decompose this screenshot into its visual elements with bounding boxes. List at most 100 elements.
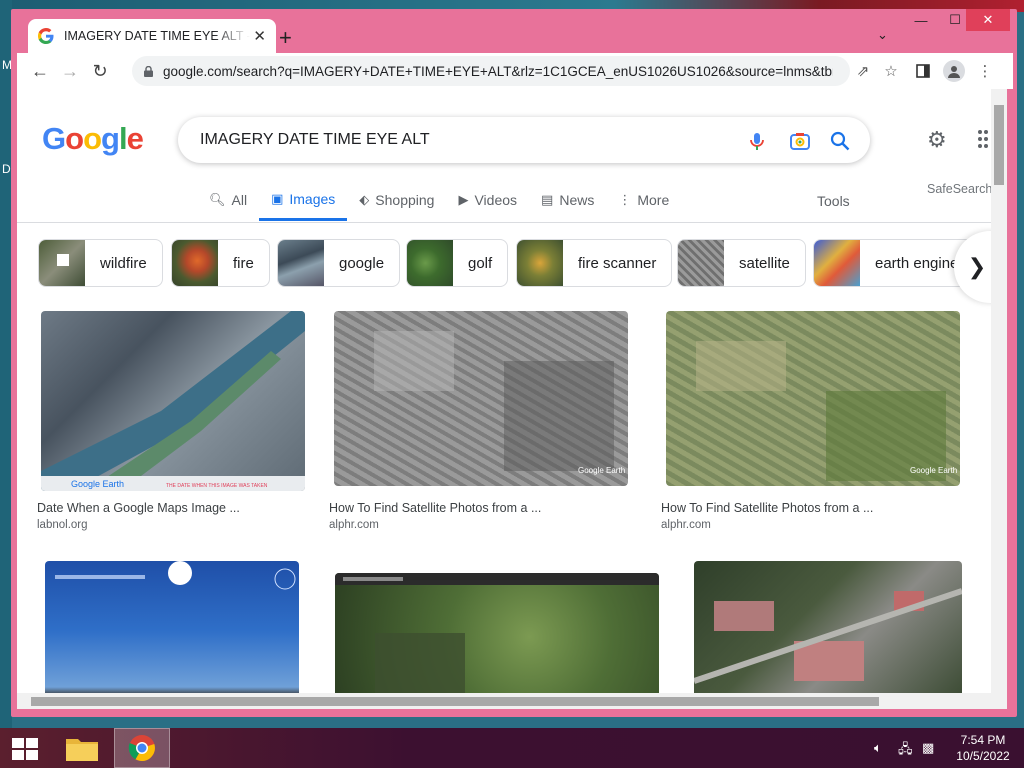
result-thumbnail[interactable] (694, 561, 962, 693)
image-result[interactable]: Google Earth How To Find Satellite Photo… (329, 311, 647, 531)
url-text[interactable]: google.com/search?q=IMAGERY+DATE+TIME+EY… (163, 64, 833, 79)
more-vert-icon: ⋮ (618, 192, 632, 207)
chip-fire-scanner[interactable]: fire scanner (516, 239, 673, 287)
vertical-scrollbar[interactable] (991, 89, 1007, 693)
system-clock[interactable]: 7:54 PM 10/5/2022 (950, 732, 1016, 764)
gear-icon[interactable]: ⚙ (927, 127, 947, 153)
tools-button[interactable]: Tools (817, 193, 850, 209)
result-thumbnail[interactable]: Google Earth (334, 311, 628, 486)
tab-shopping[interactable]: ⬖ Shopping (347, 189, 446, 221)
chrome-taskbar-icon[interactable] (114, 728, 170, 768)
chip-label: fire (233, 254, 254, 272)
result-caption: THE DATE WHEN THIS IMAGE WAS TAKEN (166, 483, 268, 489)
back-arrow-icon[interactable]: ← (25, 56, 55, 86)
result-source[interactable]: labnol.org (37, 519, 88, 531)
image-result[interactable] (694, 561, 964, 693)
satellite-green-image (335, 573, 659, 693)
google-favicon-icon (38, 28, 54, 44)
result-watermark: Google Earth (578, 466, 625, 475)
clock-time: 7:54 PM (960, 733, 1006, 747)
scrollbar-thumb[interactable] (994, 105, 1004, 185)
result-title[interactable]: How To Find Satellite Photos from a ... (329, 501, 541, 515)
chip-thumbnail (172, 240, 218, 286)
new-tab-button[interactable]: + (279, 25, 292, 51)
tab-images[interactable]: ▣ Images (259, 189, 348, 221)
result-thumbnail[interactable] (335, 573, 659, 693)
volume-muted-icon[interactable]: 🔈︎ (874, 740, 882, 756)
tab-news[interactable]: ▤ News (529, 189, 606, 221)
notification-warning-icon[interactable]: ▩ (922, 740, 934, 756)
profile-avatar-icon[interactable] (943, 60, 965, 82)
chip-earth-engine[interactable]: earth engine (813, 239, 973, 287)
file-explorer-icon[interactable] (54, 728, 110, 768)
tab-label: Images (289, 190, 336, 207)
desktop-icon-label: D (2, 162, 11, 176)
image-result[interactable]: Google Earth How To Find Satellite Photo… (661, 311, 979, 531)
image-result[interactable] (335, 561, 675, 693)
chip-label: fire scanner (578, 254, 657, 272)
bookmark-star-icon[interactable]: ☆ (881, 61, 901, 81)
satellite-color-image: Google Earth (696, 341, 957, 481)
close-tab-icon[interactable]: ✕ (253, 27, 266, 45)
tab-videos[interactable]: ▶ Videos (446, 189, 529, 221)
browser-tab[interactable]: IMAGERY DATE TIME EYE ALT - Google Searc… (28, 19, 276, 53)
reload-icon[interactable]: ↻ (85, 56, 115, 86)
share-icon[interactable]: ⇗ (853, 61, 873, 81)
browser-toolbar: ← → ↻ google.com/search?q=IMAGERY+DATE+T… (17, 53, 1013, 89)
search-input[interactable]: IMAGERY DATE TIME EYE ALT (200, 131, 430, 149)
apps-grid-icon[interactable] (977, 129, 991, 149)
chip-thumbnail (517, 240, 563, 286)
chip-golf[interactable]: golf (406, 239, 509, 287)
browser-window: IMAGERY DATE TIME EYE ALT - Google Searc… (11, 9, 1017, 717)
minimize-button[interactable]: — (904, 9, 938, 31)
clock-date: 10/5/2022 (956, 749, 1010, 763)
search-box[interactable]: IMAGERY DATE TIME EYE ALT (178, 117, 870, 163)
chip-thumbnail (814, 240, 860, 286)
result-watermark: Google Earth (71, 479, 124, 489)
tab-strip: IMAGERY DATE TIME EYE ALT - Google Searc… (11, 9, 1017, 53)
satellite-campus-image (694, 588, 962, 684)
scrollbar-thumb[interactable] (31, 697, 879, 706)
image-icon: ▣ (271, 190, 284, 206)
close-window-button[interactable]: ✕ (966, 9, 1010, 31)
google-logo[interactable]: Google (42, 121, 144, 157)
google-images-page: Google IMAGERY DATE TIME EYE ALT ⚙ 🔍︎ Al… (17, 89, 991, 693)
browser-menu-icon[interactable]: ⋮ (975, 61, 995, 81)
chip-thumbnail (678, 240, 724, 286)
tab-title: IMAGERY DATE TIME EYE ALT - Google Searc… (64, 29, 250, 43)
windows-start-icon[interactable] (12, 738, 38, 760)
tab-search-chevron-icon[interactable]: ⌄ (877, 27, 888, 43)
tab-label: All (231, 192, 248, 208)
tab-label: Videos (474, 192, 518, 208)
chip-fire[interactable]: fire (171, 239, 270, 287)
image-result[interactable] (45, 561, 301, 693)
chip-satellite[interactable]: satellite (677, 239, 806, 287)
forward-arrow-icon[interactable]: → (55, 56, 85, 86)
search-icon[interactable] (829, 130, 851, 152)
result-thumbnail[interactable]: Google Earth (666, 311, 960, 486)
microphone-icon[interactable] (746, 130, 768, 152)
address-bar[interactable]: google.com/search?q=IMAGERY+DATE+TIME+EY… (132, 56, 850, 86)
horizontal-scrollbar[interactable] (17, 693, 1007, 709)
newspaper-icon: ▤ (541, 192, 554, 207)
side-panel-icon[interactable] (913, 61, 933, 81)
result-source[interactable]: alphr.com (661, 519, 711, 531)
image-result[interactable]: Google Earth THE DATE WHEN THIS IMAGE WA… (37, 311, 307, 531)
result-title[interactable]: How To Find Satellite Photos from a ... (661, 501, 873, 515)
chip-google[interactable]: google (277, 239, 401, 287)
play-icon: ▶ (458, 192, 469, 207)
network-icon[interactable]: 🖧︎ (898, 740, 913, 762)
satellite-bw-image: Google Earth (374, 331, 625, 475)
camera-lens-icon[interactable] (789, 130, 811, 152)
tab-label: Shopping (375, 192, 435, 208)
result-thumbnail[interactable]: Google Earth THE DATE WHEN THIS IMAGE WA… (41, 311, 305, 491)
result-source[interactable]: alphr.com (329, 519, 379, 531)
result-thumbnail[interactable] (45, 561, 299, 693)
search-icon: 🔍︎ (209, 192, 226, 207)
tab-all[interactable]: 🔍︎ All (197, 189, 259, 221)
result-title[interactable]: Date When a Google Maps Image ... (37, 501, 240, 515)
chip-wildfire[interactable]: wildfire (38, 239, 163, 287)
tab-more[interactable]: ⋮ More (606, 189, 681, 221)
safesearch-button[interactable]: SafeSearch (927, 182, 991, 196)
chip-label: golf (468, 254, 493, 272)
